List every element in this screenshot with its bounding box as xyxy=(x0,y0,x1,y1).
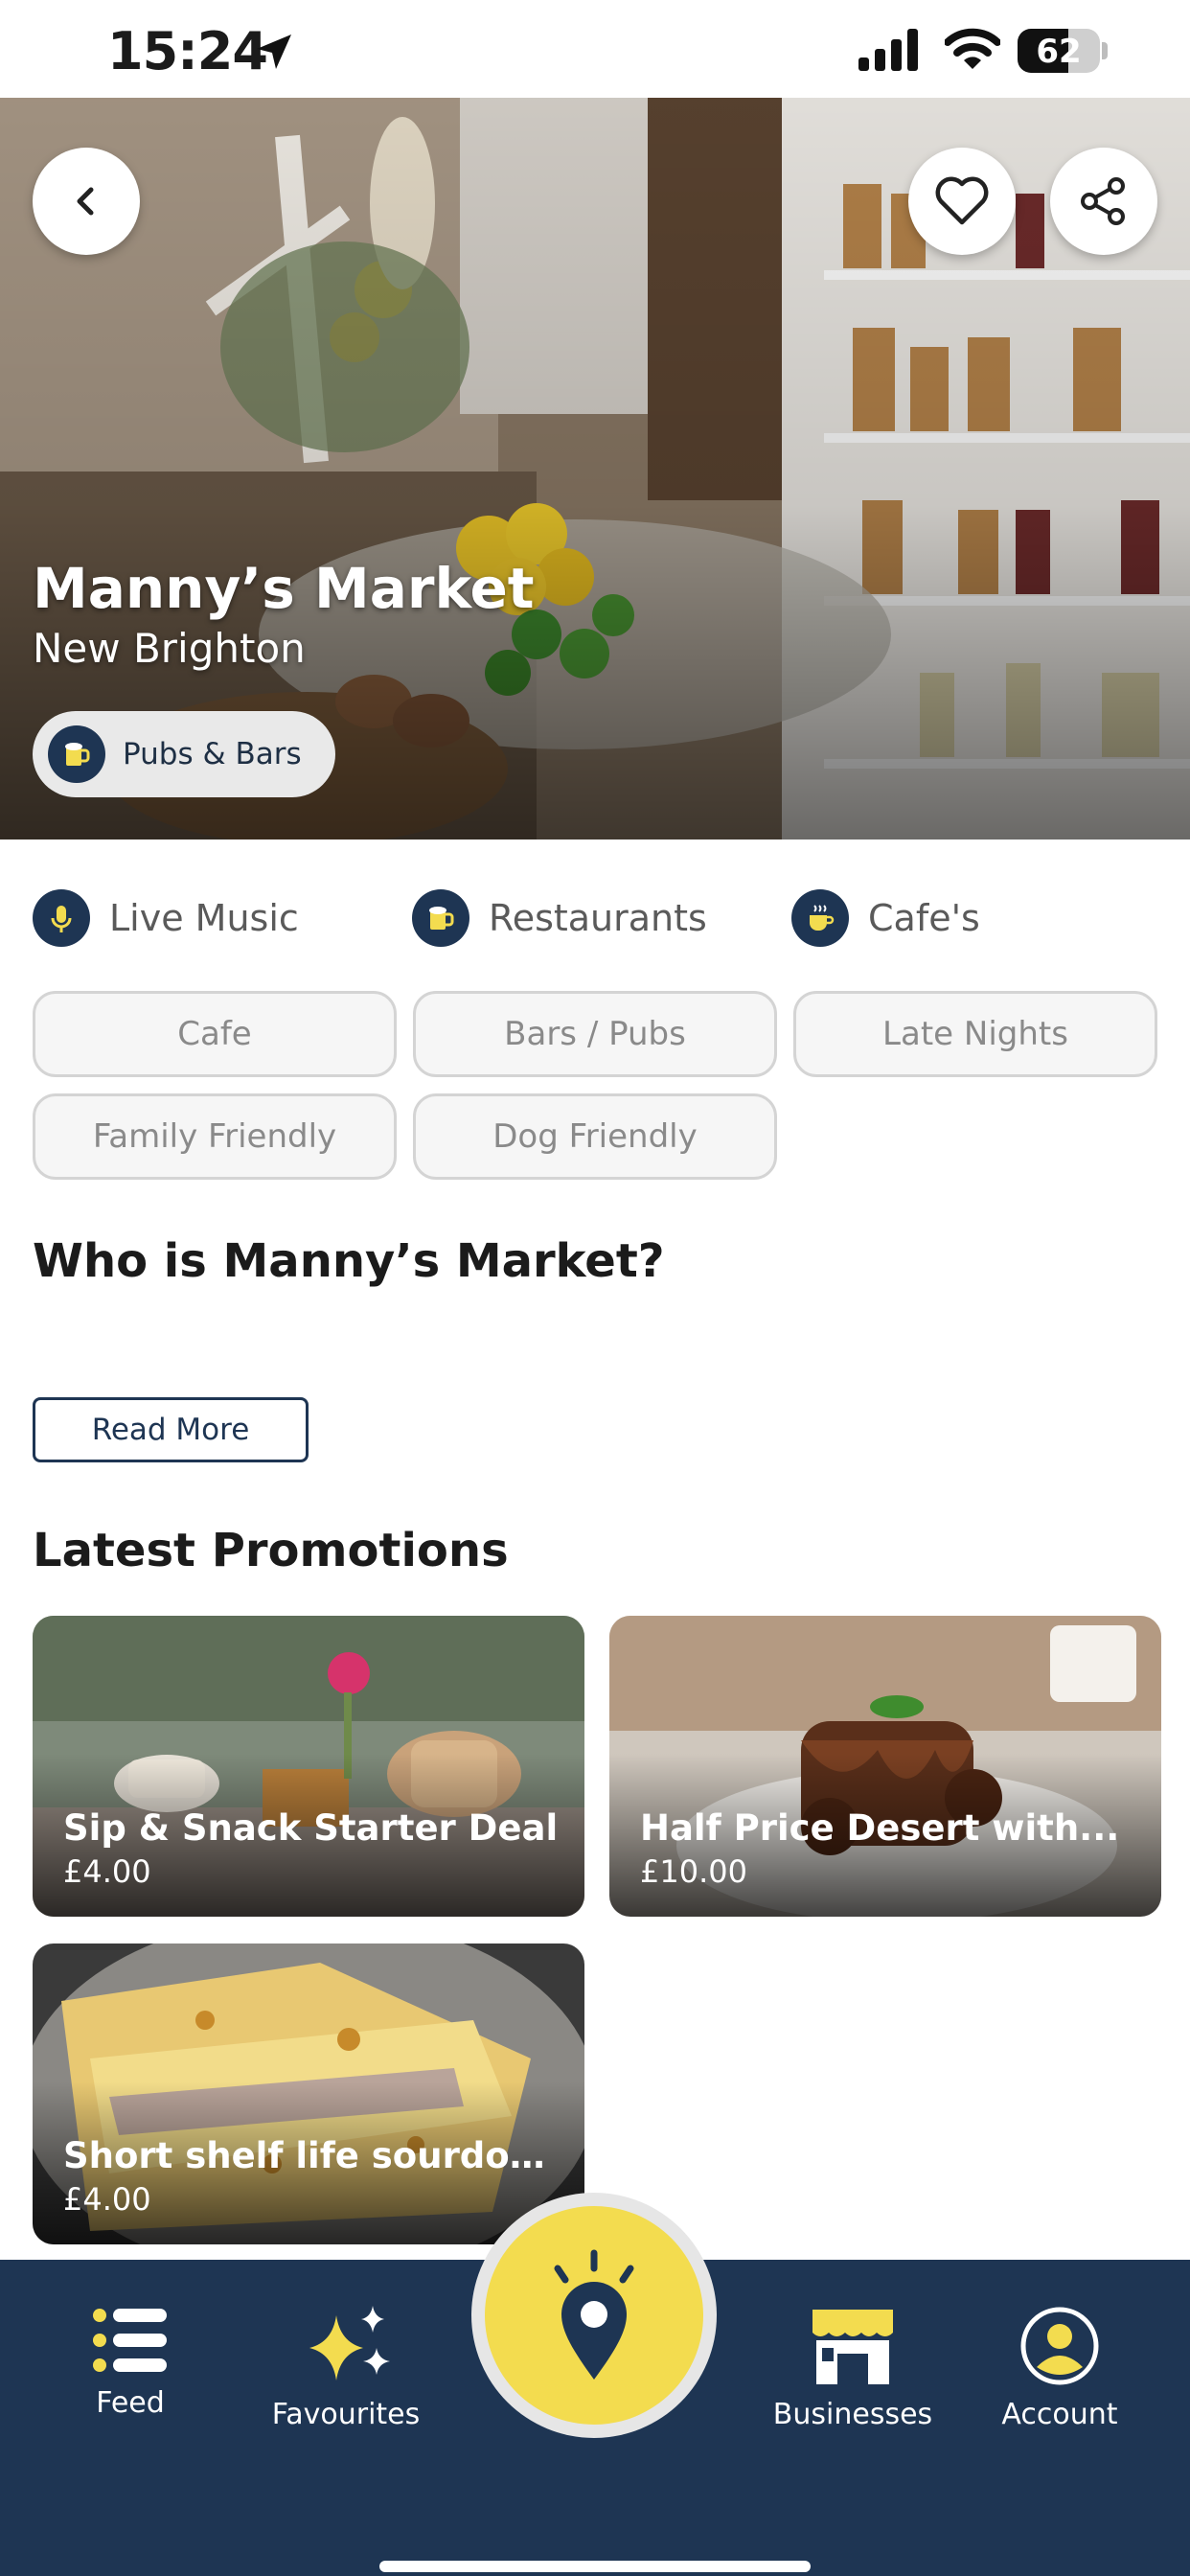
tag-dog-friendly[interactable]: Dog Friendly xyxy=(413,1093,777,1180)
back-button[interactable] xyxy=(33,148,140,255)
tag-bars-pubs[interactable]: Bars / Pubs xyxy=(413,991,777,1077)
list-icon xyxy=(93,2309,167,2372)
battery-level: 62 xyxy=(1036,33,1082,71)
promo-card[interactable]: Sip & Snack Starter Deal £4.00 xyxy=(33,1616,584,1917)
nav-label: Favourites xyxy=(271,2398,421,2431)
nav-feed[interactable]: Feed xyxy=(80,2306,180,2420)
nav-label: Account xyxy=(1001,2398,1118,2431)
promo-price: £10.00 xyxy=(640,1853,747,1890)
microphone-icon xyxy=(33,889,90,947)
sparkles-icon xyxy=(309,2306,390,2380)
battery-icon: 62 xyxy=(1018,29,1108,73)
tag-family-friendly[interactable]: Family Friendly xyxy=(33,1093,397,1180)
promo-title: Half Price Desert with... xyxy=(640,1807,1120,1849)
promotions-title: Latest Promotions xyxy=(33,1524,509,1577)
status-time: 15:24 xyxy=(107,21,268,81)
share-button[interactable] xyxy=(1050,148,1157,255)
category-label: Cafe's xyxy=(868,897,980,939)
center-map-button[interactable] xyxy=(471,2193,717,2438)
share-icon xyxy=(1081,177,1125,225)
tag-late-nights[interactable]: Late Nights xyxy=(793,991,1157,1077)
promo-card[interactable]: Half Price Desert with... £10.00 xyxy=(609,1616,1161,1917)
favourite-button[interactable] xyxy=(908,148,1016,255)
home-indicator[interactable] xyxy=(379,2561,811,2572)
category-label: Restaurants xyxy=(489,897,707,939)
heart-icon xyxy=(935,176,989,225)
wifi-icon xyxy=(945,28,1000,69)
nav-label: Feed xyxy=(96,2386,165,2420)
about-title: Who is Manny’s Market? xyxy=(33,1234,665,1288)
category-restaurants[interactable]: Restaurants xyxy=(412,889,707,947)
category-cafes[interactable]: Cafe's xyxy=(791,889,980,947)
category-chip[interactable]: Pubs & Bars xyxy=(33,711,335,797)
venue-location: New Brighton xyxy=(33,625,306,672)
category-chip-label: Pubs & Bars xyxy=(123,737,302,771)
nav-favourites[interactable]: Favourites xyxy=(264,2306,427,2431)
nav-account[interactable]: Account xyxy=(993,2306,1127,2431)
category-live-music[interactable]: Live Music xyxy=(33,889,299,947)
location-arrow-icon xyxy=(257,34,291,69)
user-circle-icon xyxy=(1020,2307,1099,2385)
beer-mug-icon xyxy=(412,889,469,947)
promo-title: Short shelf life sourdou... xyxy=(63,2135,561,2176)
promo-card[interactable]: Short shelf life sourdou... £4.00 xyxy=(33,1944,584,2244)
back-icon xyxy=(77,187,94,216)
signal-icon xyxy=(858,29,918,71)
nav-businesses[interactable]: Businesses xyxy=(767,2306,939,2431)
coffee-cup-icon xyxy=(791,889,849,947)
map-pin-icon xyxy=(554,2249,634,2380)
tag-cafe[interactable]: Cafe xyxy=(33,991,397,1077)
promo-price: £4.00 xyxy=(63,2181,151,2218)
storefront-icon xyxy=(812,2310,893,2384)
promo-title: Sip & Snack Starter Deal xyxy=(63,1807,559,1849)
read-more-button[interactable]: Read More xyxy=(33,1397,309,1462)
category-label: Live Music xyxy=(109,897,299,939)
nav-label: Businesses xyxy=(772,2398,933,2431)
beer-mug-icon xyxy=(48,725,105,783)
venue-title: Manny’s Market xyxy=(33,556,535,621)
status-bar: 15:24 62 xyxy=(0,0,1190,98)
promo-price: £4.00 xyxy=(63,1853,151,1890)
hero-image: Manny’s Market New Brighton Pubs & Bars xyxy=(0,98,1190,840)
